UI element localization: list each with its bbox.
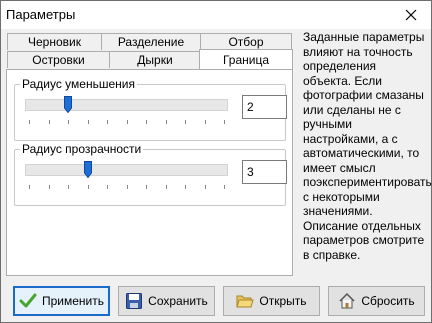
transparency-radius-group: Радиус прозрачности 3 <box>14 142 287 206</box>
reduce-radius-input[interactable]: 2 <box>242 95 287 119</box>
reset-button-label: Сбросить <box>361 294 415 308</box>
close-icon <box>405 9 417 21</box>
reduce-radius-slider-thumb[interactable] <box>64 96 72 113</box>
slider-tick <box>88 120 89 124</box>
close-button[interactable] <box>391 1 431 29</box>
slider-tick <box>127 185 128 189</box>
save-button[interactable]: Сохранить <box>118 286 215 316</box>
reduce-radius-ticks <box>29 120 225 126</box>
title-bar: Параметры <box>1 1 431 29</box>
help-text: Заданные параметры влияют на точность оп… <box>303 30 432 262</box>
slider-tick <box>49 120 50 124</box>
home-icon <box>339 292 355 309</box>
slider-tick <box>107 185 108 189</box>
slider-tick <box>49 185 50 189</box>
slider-tick <box>166 185 167 189</box>
tab-draft[interactable]: Черновик <box>7 33 102 50</box>
floppy-disk-icon <box>126 293 143 309</box>
slider-tick <box>146 120 147 124</box>
slider-tick <box>68 185 69 189</box>
slider-tick <box>185 185 186 189</box>
tab-panel-border: Радиус уменьшения 2 Радиус прозрачности … <box>6 69 293 276</box>
open-button[interactable]: Открыть <box>223 286 320 316</box>
checkmark-icon <box>19 293 37 308</box>
apply-button[interactable]: Применить <box>13 286 110 316</box>
slider-tick <box>205 185 206 189</box>
transparency-radius-slider-thumb[interactable] <box>83 161 92 178</box>
transparency-radius-label: Радиус прозрачности <box>20 142 144 156</box>
slider-tick <box>29 120 30 124</box>
slider-tick <box>29 185 30 189</box>
tab-border[interactable]: Граница <box>199 49 293 69</box>
slider-tick <box>224 185 225 189</box>
transparency-radius-input[interactable]: 3 <box>242 160 287 184</box>
slider-tick <box>224 120 225 124</box>
slider-tick <box>185 120 186 124</box>
open-folder-icon <box>236 295 255 308</box>
open-button-label: Открыть <box>259 294 307 308</box>
save-button-label: Сохранить <box>148 294 208 308</box>
tab-islands[interactable]: Островки <box>7 51 110 68</box>
slider-tick <box>205 120 206 124</box>
slider-tick <box>166 120 167 124</box>
reduce-radius-label: Радиус уменьшения <box>20 77 137 91</box>
transparency-radius-slider-track[interactable] <box>25 164 228 176</box>
slider-tick <box>146 185 147 189</box>
slider-tick <box>88 185 89 189</box>
reduce-radius-group: Радиус уменьшения 2 <box>14 77 287 141</box>
slider-tick <box>107 120 108 124</box>
reset-button[interactable]: Сбросить <box>328 286 425 316</box>
settings-dialog: Параметры Черновик Разделение Отбор Остр… <box>0 0 432 323</box>
tab-separation[interactable]: Разделение <box>101 33 201 50</box>
transparency-radius-ticks <box>29 185 225 191</box>
reduce-radius-slider-track[interactable] <box>25 99 228 111</box>
slider-tick <box>127 120 128 124</box>
apply-button-label: Применить <box>41 294 104 308</box>
tab-selection[interactable]: Отбор <box>200 33 292 50</box>
slider-tick <box>68 120 69 124</box>
window-title: Параметры <box>6 7 76 22</box>
tab-holes[interactable]: Дырки <box>109 51 201 68</box>
